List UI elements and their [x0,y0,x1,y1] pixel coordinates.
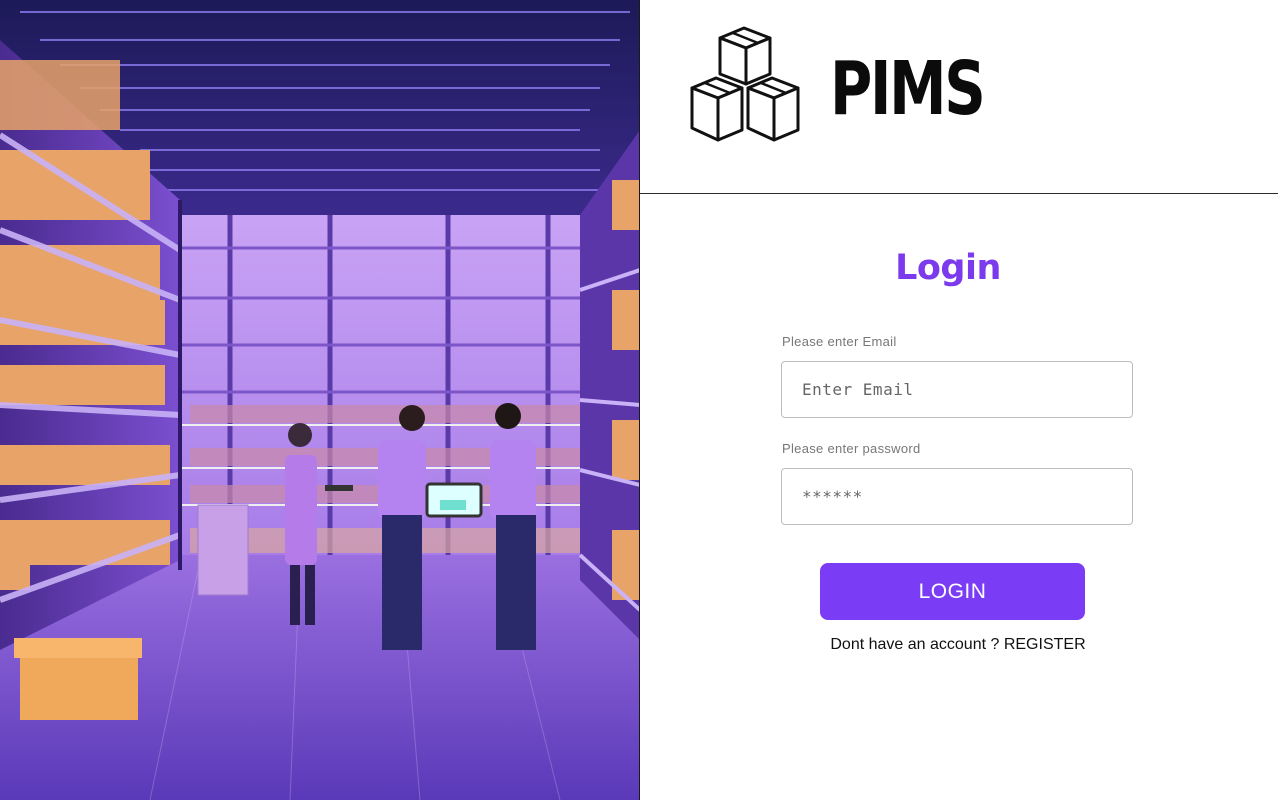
login-button[interactable]: LOGIN [820,563,1085,620]
password-field[interactable] [781,468,1133,525]
register-prompt: Dont have an account ? REGISTER [640,636,1276,654]
email-label: Please enter Email [782,334,897,349]
brand-header: PIMS [640,0,1278,194]
login-panel: PIMS Login Please enter Email Please ent… [640,0,1280,800]
register-link[interactable]: REGISTER [1004,636,1086,653]
register-prompt-text: Dont have an account ? [830,636,1004,653]
brand-name: PIMS [830,46,986,132]
warehouse-illustration [0,0,640,800]
stacked-boxes-icon [690,26,800,142]
email-field[interactable] [781,361,1133,418]
password-label: Please enter password [782,441,921,456]
page-title: Login [895,248,1001,288]
warehouse-illustration-icon [0,0,639,800]
